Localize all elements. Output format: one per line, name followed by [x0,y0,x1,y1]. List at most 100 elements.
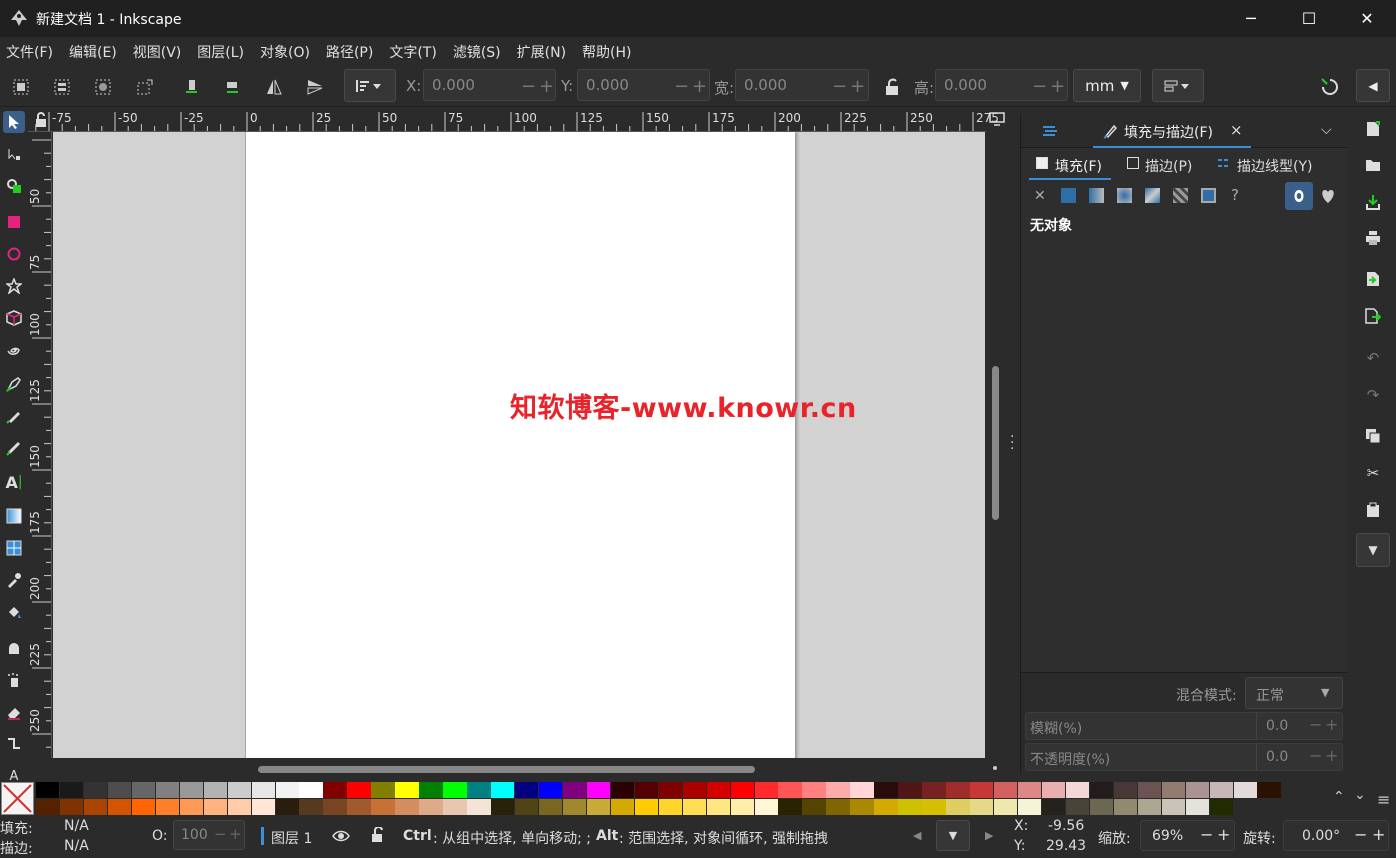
palette-swatch[interactable] [203,782,228,798]
palette-swatch[interactable] [1233,782,1257,798]
palette-swatch[interactable] [491,782,515,798]
fill-rule-nonzero-icon[interactable] [1318,186,1338,206]
palette-swatch[interactable] [107,782,132,798]
star-tool-icon[interactable] [3,275,25,297]
palette-swatch[interactable] [1185,799,1210,815]
close-button[interactable]: ✕ [1338,0,1396,37]
palette-swatch[interactable] [59,799,84,815]
flat-color-icon[interactable] [1061,188,1076,203]
palette-swatch[interactable] [1137,782,1162,798]
palette-swatch[interactable] [347,799,371,815]
invert-selection-icon[interactable] [91,75,115,99]
palette-swatch[interactable] [227,799,252,815]
rectangle-tool-icon[interactable] [3,211,25,233]
menu-path[interactable]: 路径(P) [326,42,373,62]
transform-options-dropdown[interactable] [1152,69,1204,102]
flip-horizontal-icon[interactable] [262,75,286,99]
blur-decrement[interactable]: − [1309,715,1322,734]
palette-swatch[interactable] [898,782,922,798]
cut-icon[interactable]: ✂ [1362,462,1384,484]
palette-swatch[interactable] [371,799,395,815]
palette-swatch[interactable] [155,799,180,815]
mesh-tool-icon[interactable] [3,537,25,559]
horizontal-scrollbar[interactable] [53,758,1003,780]
spiral-tool-icon[interactable] [3,339,25,361]
palette-swatch[interactable] [778,782,802,798]
palette-swatch[interactable] [970,782,994,798]
palette-swatch[interactable] [1161,782,1186,798]
text-tool-icon[interactable]: A | [3,471,25,493]
palette-swatch[interactable] [1137,799,1162,815]
palette-scroll-up-icon[interactable]: ⌃ [1333,789,1345,805]
menu-object[interactable]: 对象(O) [260,42,310,62]
opacity-increment[interactable]: + [1325,746,1338,765]
height-increment[interactable]: + [1050,76,1065,97]
palette-swatch[interactable] [994,799,1018,815]
pattern-icon[interactable] [1173,188,1188,203]
width-field[interactable]: 0.000 [735,69,869,101]
palette-swatch[interactable] [491,799,515,815]
node-tool-icon[interactable] [3,143,25,165]
y-decrement[interactable]: − [674,76,689,97]
palette-swatch[interactable] [443,782,467,798]
menu-layer[interactable]: 图层(L) [197,42,244,62]
menu-extensions[interactable]: 扩展(N) [517,42,566,62]
palette-swatch[interactable] [299,782,323,798]
palette-swatch[interactable] [682,799,707,815]
next-message-icon[interactable]: ▶ [985,829,993,842]
palette-swatch[interactable] [203,799,228,815]
palette-swatch[interactable] [874,782,898,798]
unit-dropdown[interactable]: mm ▼ [1073,69,1141,102]
palette-swatch[interactable] [1161,799,1186,815]
vertical-scrollbar[interactable] [986,132,1004,758]
no-paint-icon[interactable]: ✕ [1034,188,1046,204]
palette-swatch[interactable] [299,799,323,815]
opacity-decrement[interactable]: − [1309,746,1322,765]
fill-rule-evenodd-icon[interactable] [1285,182,1313,210]
palette-swatch[interactable] [1065,799,1090,815]
mesh-gradient-icon[interactable] [1145,188,1160,203]
status-fill-value[interactable]: N/A [64,818,89,834]
dock-handle-icon[interactable]: · · · [1010,430,1016,456]
palette-swatch[interactable] [970,799,994,815]
status-opacity-increment[interactable]: + [229,825,242,843]
palette-swatch[interactable] [131,799,156,815]
menu-filters[interactable]: 滤镜(S) [453,42,501,62]
palette-swatch[interactable] [515,799,539,815]
spray-tool-icon[interactable] [3,669,25,691]
menu-help[interactable]: 帮助(H) [582,42,631,62]
palette-swatch[interactable] [610,799,635,815]
snap-toggle-icon[interactable] [1318,75,1342,99]
subtab-stroke-style[interactable]: 描边线型(Y) [1215,154,1325,180]
current-layer-name[interactable]: 图层 1 [271,828,312,848]
paint-bucket-tool-icon[interactable] [3,601,25,623]
zoom-out-button[interactable]: − [1200,825,1213,844]
menu-text[interactable]: 文字(T) [389,42,436,62]
palette-swatch[interactable] [802,799,826,815]
palette-swatch[interactable] [946,799,970,815]
import-icon[interactable] [1362,268,1384,290]
more-commands-button[interactable]: ▼ [1356,533,1390,567]
no-color-swatch[interactable] [1,782,34,815]
palette-swatch[interactable] [179,782,204,798]
palette-swatch[interactable] [826,782,850,798]
layer-lock-icon[interactable] [371,827,385,843]
palette-swatch[interactable] [347,782,371,798]
palette-swatch[interactable] [706,782,731,798]
palette-swatch[interactable] [323,782,347,798]
palette-swatch[interactable] [155,782,180,798]
message-history-button[interactable]: ▼ [936,820,970,851]
blur-increment[interactable]: + [1325,715,1338,734]
palette-swatch[interactable] [371,782,395,798]
palette-swatch[interactable] [227,782,252,798]
palette-swatch[interactable] [419,782,443,798]
layer-visibility-eye-icon[interactable] [332,829,350,843]
print-icon[interactable] [1362,227,1384,249]
tweak-tool-icon[interactable] [3,637,25,659]
palette-swatch[interactable] [1041,782,1066,798]
prev-message-icon[interactable]: ◀ [913,829,921,842]
linear-gradient-icon[interactable] [1089,188,1104,203]
pen-tool-icon[interactable] [3,373,25,395]
dropper-tool-icon[interactable] [3,569,25,591]
maximize-button[interactable]: ☐ [1280,0,1338,37]
